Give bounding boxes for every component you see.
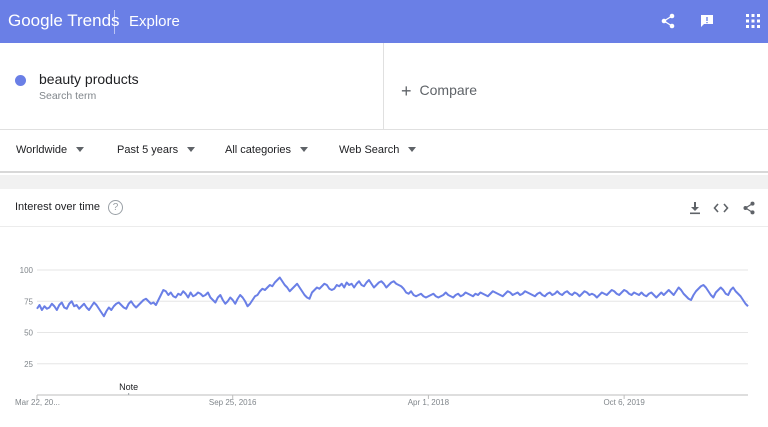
header-divider xyxy=(114,10,115,34)
compare-label: Compare xyxy=(419,82,478,98)
y-tick-label: 100 xyxy=(20,266,34,275)
interest-card-header: Interest over time ? xyxy=(0,189,768,227)
google-trends-logo[interactable]: Google Trends xyxy=(8,11,120,31)
filters-row: Worldwide Past 5 years All categories We… xyxy=(0,130,768,173)
logo-trends-text: Trends xyxy=(67,11,120,30)
embed-icon[interactable] xyxy=(713,200,729,216)
chevron-down-icon xyxy=(300,147,309,152)
series-line[interactable] xyxy=(36,276,749,318)
chevron-down-icon xyxy=(187,147,196,152)
y-tick-label: 75 xyxy=(24,297,33,306)
feedback-icon[interactable] xyxy=(696,10,718,32)
logo-google-text: Google xyxy=(8,11,63,30)
search-terms-row: beauty products Search term + Compare xyxy=(0,43,768,130)
chevron-down-icon xyxy=(408,147,417,152)
interest-over-time-chart[interactable]: 25 50 75 100 Mar 22, 20... Sep 25, 2016 Apr 1… xyxy=(0,227,768,427)
help-icon[interactable]: ? xyxy=(108,200,123,215)
y-tick-label: 25 xyxy=(24,360,33,369)
chevron-down-icon xyxy=(76,147,85,152)
x-tick-label: Apr 1, 2018 xyxy=(408,398,450,407)
property-label: Web Search xyxy=(339,144,400,156)
note-annotation[interactable]: Note xyxy=(119,382,138,392)
term-color-dot xyxy=(15,75,26,86)
term-type: Search term xyxy=(39,90,97,102)
region-dropdown[interactable]: Worldwide xyxy=(16,144,85,156)
term-name[interactable]: beauty products xyxy=(39,71,139,87)
compare-button[interactable]: + Compare xyxy=(401,79,478,101)
y-tick-label: 50 xyxy=(24,329,33,338)
property-dropdown[interactable]: Web Search xyxy=(339,144,417,156)
apps-icon[interactable] xyxy=(742,10,764,32)
top-app-bar: Google Trends Explore xyxy=(0,0,768,43)
card-title: Interest over time xyxy=(15,201,100,213)
section-gap xyxy=(0,175,768,189)
plus-icon: + xyxy=(401,81,412,101)
x-tick-label: Mar 22, 20... xyxy=(15,398,60,407)
share-icon[interactable] xyxy=(657,10,679,32)
download-icon[interactable] xyxy=(687,200,703,216)
share-icon[interactable] xyxy=(741,200,757,216)
period-dropdown[interactable]: Past 5 years xyxy=(117,144,196,156)
section-title: Explore xyxy=(129,13,180,30)
period-label: Past 5 years xyxy=(117,144,179,156)
x-tick-label: Oct 6, 2019 xyxy=(603,398,645,407)
terms-divider xyxy=(383,43,384,130)
category-dropdown[interactable]: All categories xyxy=(225,144,309,156)
category-label: All categories xyxy=(225,144,292,156)
region-label: Worldwide xyxy=(16,144,68,156)
x-tick-label: Sep 25, 2016 xyxy=(209,398,257,407)
